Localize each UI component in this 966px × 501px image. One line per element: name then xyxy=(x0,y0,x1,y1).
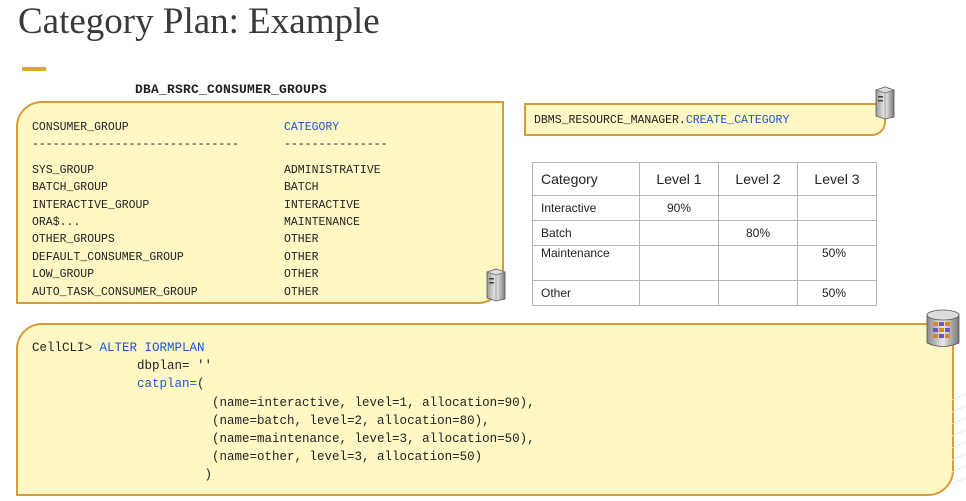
cellcli-command-panel: CellCLI> ALTER IORMPLAN dbplan= '' catpl… xyxy=(16,323,954,496)
title-accent-bar xyxy=(22,67,46,71)
table-row: Other 50% xyxy=(532,280,877,306)
catplan-key: catplan= xyxy=(137,377,198,392)
category-name: MAINTENANCE xyxy=(284,216,360,230)
table-cell xyxy=(639,220,719,246)
consumer-groups-listing: CONSUMER_GROUP CATEGORY ----------------… xyxy=(32,119,388,301)
list-item: DEFAULT_CONSUMER_GROUP OTHER xyxy=(32,249,388,266)
consumer-group-column-header: CONSUMER_GROUP xyxy=(32,121,129,134)
consumer-groups-label: DBA_RSRC_CONSUMER_GROUPS xyxy=(135,82,328,97)
level-2-header: Level 2 xyxy=(718,162,798,196)
consumer-group-name: AUTO_TASK_CONSUMER_GROUP xyxy=(32,285,198,299)
catplan-close: ) xyxy=(204,468,213,483)
table-cell xyxy=(718,280,798,306)
slide-title: Category Plan: Example xyxy=(18,1,380,42)
directive-line: (name=other, level=3, allocation=50) xyxy=(212,450,483,465)
table-cell xyxy=(718,245,798,281)
api-call: DBMS_RESOURCE_MANAGER.CREATE_CATEGORY xyxy=(534,114,789,127)
list-item: AUTO_TASK_CONSUMER_GROUP OTHER xyxy=(32,284,388,301)
api-package: DBMS_RESOURCE_MANAGER. xyxy=(534,114,686,127)
category-column-header: CATEGORY xyxy=(284,121,340,134)
category-name: INTERACTIVE xyxy=(284,198,360,212)
table-cell: Maintenance xyxy=(532,245,640,281)
consumer-group-name: ORA$... xyxy=(32,216,81,230)
cellcli-prompt: CellCLI> xyxy=(32,341,100,355)
watermark-decoration xyxy=(952,393,966,485)
table-cell: 50% xyxy=(797,245,877,281)
alter-iormplan-command: ALTER IORMPLAN xyxy=(99,341,205,355)
table-cell: 50% xyxy=(797,280,877,306)
table-cell: 90% xyxy=(639,195,719,221)
consumer-group-name: INTERACTIVE_GROUP xyxy=(32,198,150,212)
table-row: Interactive 90% xyxy=(532,195,877,221)
category-name: BATCH xyxy=(284,181,319,195)
table-cell: Interactive xyxy=(532,195,640,221)
category-name: OTHER xyxy=(284,285,319,299)
table-cell xyxy=(797,220,877,246)
table-cell xyxy=(797,195,877,221)
cellcli-code-block: CellCLI> ALTER IORMPLAN dbplan= '' catpl… xyxy=(32,339,535,485)
dbplan-line: dbplan= '' xyxy=(137,359,213,374)
category-name: OTHER xyxy=(284,250,319,264)
separator-col2: --------------- xyxy=(284,138,388,152)
list-item: BATCH_GROUP BATCH xyxy=(32,179,388,196)
catplan-open: ( xyxy=(197,377,205,392)
table-header-row: Category Level 1 Level 2 Level 3 xyxy=(532,162,877,196)
table-cell: Batch xyxy=(532,220,640,246)
list-item: INTERACTIVE_GROUP INTERACTIVE xyxy=(32,197,388,214)
server-icon xyxy=(875,86,895,120)
database-icon xyxy=(926,309,960,347)
category-header: Category xyxy=(532,162,640,196)
create-category-api-box: DBMS_RESOURCE_MANAGER.CREATE_CATEGORY xyxy=(524,103,886,136)
table-cell xyxy=(718,195,798,221)
consumer-groups-panel: CONSUMER_GROUP CATEGORY ----------------… xyxy=(16,101,504,304)
consumer-groups-separator: ------------------------------ ---------… xyxy=(32,136,388,153)
table-cell xyxy=(639,245,719,281)
table-cell xyxy=(639,280,719,306)
consumer-group-name: BATCH_GROUP xyxy=(32,181,108,195)
separator-col1: ------------------------------ xyxy=(32,138,240,152)
table-cell: Other xyxy=(532,280,640,306)
level-1-header: Level 1 xyxy=(639,162,719,196)
consumer-groups-header: CONSUMER_GROUP CATEGORY xyxy=(32,119,388,136)
list-item: SYS_GROUP ADMINISTRATIVE xyxy=(32,162,388,179)
category-name: OTHER xyxy=(284,233,319,247)
list-item: OTHER_GROUPS OTHER xyxy=(32,231,388,248)
category-name: OTHER xyxy=(284,268,319,282)
directive-line: (name=batch, level=2, allocation=80), xyxy=(212,413,490,428)
level-3-header: Level 3 xyxy=(797,162,877,196)
consumer-group-name: OTHER_GROUPS xyxy=(32,233,115,247)
list-item: LOW_GROUP OTHER xyxy=(32,266,388,283)
table-cell: 80% xyxy=(718,220,798,246)
api-procedure: CREATE_CATEGORY xyxy=(685,114,790,127)
table-row: Batch 80% xyxy=(532,220,877,246)
directive-line: (name=maintenance, level=3, allocation=5… xyxy=(212,432,535,447)
consumer-group-name: DEFAULT_CONSUMER_GROUP xyxy=(32,250,184,264)
server-icon xyxy=(486,268,506,302)
consumer-group-name: SYS_GROUP xyxy=(32,163,95,177)
directive-line: (name=interactive, level=1, allocation=9… xyxy=(212,395,535,410)
category-name: ADMINISTRATIVE xyxy=(284,163,381,177)
list-item: ORA$... MAINTENANCE xyxy=(32,214,388,231)
category-level-table: Category Level 1 Level 2 Level 3 Interac… xyxy=(532,162,877,306)
consumer-group-name: LOW_GROUP xyxy=(32,268,95,282)
table-row: Maintenance 50% xyxy=(532,245,877,281)
